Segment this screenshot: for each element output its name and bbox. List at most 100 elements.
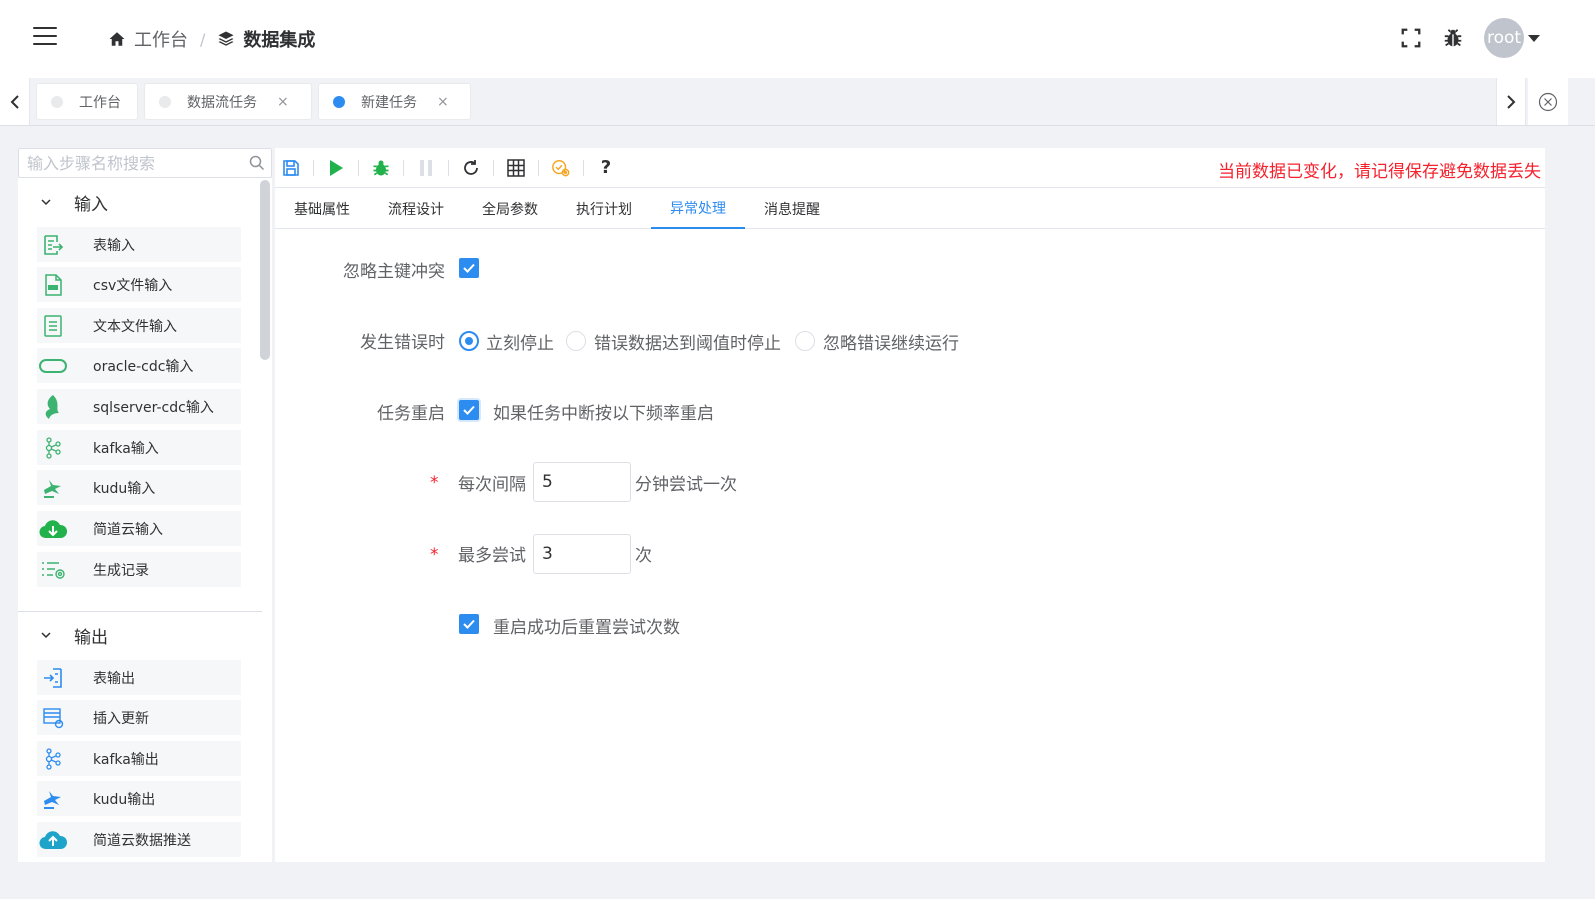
header-actions: root [1400, 18, 1540, 58]
search-icon[interactable] [249, 155, 265, 171]
pause-icon[interactable] [416, 158, 436, 178]
grid-icon[interactable] [506, 158, 526, 178]
task-restart-checkbox[interactable] [459, 400, 479, 420]
step-item-kudu-input[interactable]: kudu输入 [37, 470, 241, 505]
generate-records-icon [39, 556, 67, 584]
circle-close-icon [1538, 92, 1558, 111]
max-tries-suffix: 次 [635, 546, 652, 566]
check-icon [463, 405, 475, 415]
step-item-csv-input[interactable]: csv文件输入 [37, 267, 241, 302]
top-header: 工作台 / 数据集成 root [0, 0, 1595, 78]
toolbar-divider [493, 159, 494, 176]
step-item-table-output[interactable]: 表输出 [37, 660, 241, 695]
caret-down-icon[interactable] [1528, 34, 1540, 42]
reset-after-success-checkbox[interactable] [459, 614, 479, 634]
step-label: kudu输出 [93, 791, 156, 808]
fullscreen-icon[interactable] [1400, 27, 1422, 49]
step-item-kafka-input[interactable]: kafka输入 [37, 430, 241, 465]
settings-check-icon[interactable] [551, 158, 571, 178]
tab-workbench[interactable]: 工作台 [36, 83, 138, 120]
step-item-kudu-output[interactable]: kudu输出 [37, 781, 241, 816]
tab-new-task[interactable]: 新建任务 × [318, 83, 471, 120]
text-file-icon [39, 312, 67, 340]
step-item-oracle-cdc-input[interactable]: oracle-cdc输入 [37, 348, 241, 383]
step-search-input[interactable] [19, 149, 239, 177]
step-label: 简道云输入 [93, 521, 163, 538]
tab-message-alerts[interactable]: 消息提醒 [745, 189, 839, 229]
chevron-down-icon [41, 199, 51, 206]
step-label: 生成记录 [93, 562, 149, 579]
interval-input[interactable] [533, 462, 631, 502]
breadcrumb-current: 数据集成 [243, 30, 316, 51]
avatar[interactable]: root [1484, 18, 1524, 58]
step-item-generate-records[interactable]: 生成记录 [37, 552, 241, 587]
step-item-jiandaoyun-input[interactable]: 简道云输入 [37, 511, 241, 546]
editor-toolbar: ? 当前数据已变化，请记得保存避免数据丢失 [275, 148, 1545, 188]
bug-icon[interactable] [1442, 27, 1464, 49]
step-item-insert-update[interactable]: 插入更新 [37, 700, 241, 735]
menu-icon[interactable] [33, 27, 57, 45]
on-error-threshold-text[interactable]: 错误数据达到阈值时停止 [594, 329, 781, 354]
max-tries-input[interactable] [533, 534, 631, 574]
tab-basic-properties[interactable]: 基础属性 [275, 189, 369, 229]
oracle-icon [39, 352, 67, 380]
group-header-input[interactable]: 输入 [18, 182, 262, 222]
required-mark: * [430, 473, 439, 493]
step-label: 表输入 [93, 237, 135, 254]
breadcrumb-home[interactable]: 工作台 [134, 26, 188, 52]
home-icon[interactable] [108, 30, 126, 48]
table-input-icon [39, 231, 67, 259]
on-error-ignore-text[interactable]: 忽略错误继续运行 [823, 329, 959, 354]
step-label: 插入更新 [93, 710, 149, 727]
run-icon[interactable] [326, 158, 346, 178]
editor-subtabs: 基础属性 流程设计 全局参数 执行计划 异常处理 消息提醒 [275, 189, 1545, 229]
csv-file-icon [39, 271, 67, 299]
toolbar-divider [583, 159, 584, 176]
group-header-output[interactable]: 输出 [18, 615, 262, 655]
close-icon[interactable]: × [437, 94, 449, 110]
step-label: 文本文件输入 [93, 318, 177, 335]
step-label: kafka输出 [93, 751, 159, 768]
save-icon[interactable] [281, 158, 301, 178]
layers-icon [218, 31, 234, 46]
step-item-kafka-output[interactable]: kafka输出 [37, 741, 241, 776]
tabs-scroll-right-button[interactable] [1496, 78, 1526, 125]
reset-after-success-text[interactable]: 重启成功后重置尝试次数 [493, 613, 680, 638]
tab-dataflow-tasks[interactable]: 数据流任务 × [144, 83, 312, 120]
on-error-stop-now-radio[interactable] [459, 331, 479, 351]
step-item-table-input[interactable]: 表输入 [37, 227, 241, 262]
step-item-sqlserver-cdc-input[interactable]: sqlserver-cdc输入 [37, 389, 241, 424]
step-item-text-file-input[interactable]: 文本文件输入 [37, 308, 241, 343]
tabs-bar: 工作台 数据流任务 × 新建任务 × [0, 78, 1595, 126]
refresh-icon[interactable] [461, 158, 481, 178]
breadcrumb: 工作台 / 数据集成 [108, 26, 315, 52]
ignore-pk-conflict-label: 忽略主键冲突 [343, 262, 445, 282]
ignore-pk-conflict-checkbox[interactable] [459, 258, 479, 278]
tabs-scroll-left-button[interactable] [0, 78, 30, 125]
kafka-icon [39, 434, 67, 462]
group-divider [18, 611, 262, 612]
on-error-stop-now-text[interactable]: 立刻停止 [486, 329, 554, 354]
toolbar-divider [538, 159, 539, 176]
close-icon[interactable]: × [277, 94, 289, 110]
toolbar-divider [403, 159, 404, 176]
max-tries-label: 最多尝试 [458, 546, 526, 566]
step-item-jiandaoyun-push[interactable]: 简道云数据推送 [37, 822, 241, 857]
tab-flow-design[interactable]: 流程设计 [369, 189, 463, 229]
debug-icon[interactable] [371, 158, 391, 178]
insert-update-icon [39, 704, 67, 732]
on-error-ignore-radio[interactable] [795, 331, 815, 351]
toolbar-divider [358, 159, 359, 176]
task-restart-option-text[interactable]: 如果任务中断按以下频率重启 [493, 399, 714, 424]
step-label: 简道云数据推送 [93, 832, 191, 849]
close-all-tabs-button[interactable] [1528, 78, 1568, 125]
interval-label: 每次间隔 [458, 475, 526, 495]
on-error-threshold-radio[interactable] [566, 331, 586, 351]
chevron-left-icon [10, 94, 19, 109]
kudu-icon [39, 785, 67, 813]
tab-exception-handling[interactable]: 异常处理 [651, 189, 745, 229]
help-icon[interactable]: ? [596, 157, 616, 178]
group-title: 输入 [74, 194, 108, 215]
tab-execution-plan[interactable]: 执行计划 [557, 189, 651, 229]
tab-global-params[interactable]: 全局参数 [463, 189, 557, 229]
